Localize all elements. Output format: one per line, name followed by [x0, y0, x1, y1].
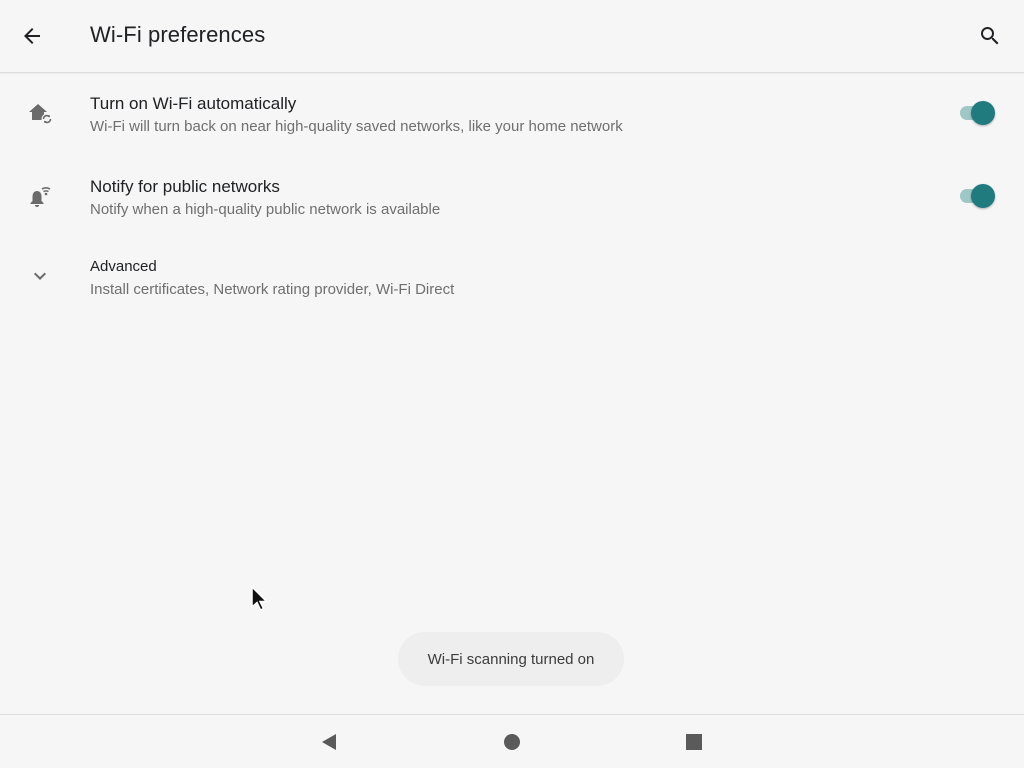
notification-wifi-icon [24, 181, 56, 213]
toast-text: Wi-Fi scanning turned on [427, 650, 595, 668]
chevron-down-icon [24, 260, 56, 292]
pref-notify-public-networks[interactable]: Notify for public networks Notify when a… [0, 156, 1024, 238]
pref-summary: Notify when a high-quality public networ… [90, 201, 441, 218]
pref-summary: Wi-Fi will turn back on near high-qualit… [90, 118, 623, 135]
nav-home-button[interactable] [495, 725, 529, 759]
auto-wifi-switch[interactable] [960, 101, 995, 125]
app-bar: Wi-Fi preferences [0, 0, 1024, 73]
pref-title: Notify for public networks [90, 177, 280, 196]
system-navigation-bar [0, 714, 1024, 768]
pref-title: Advanced [90, 258, 157, 275]
nav-back-button[interactable] [312, 725, 346, 759]
public-networks-switch[interactable] [960, 184, 995, 208]
home-wifi-auto-icon [24, 97, 56, 129]
search-button[interactable] [970, 16, 1010, 56]
pref-summary: Install certificates, Network rating pro… [90, 281, 455, 298]
nav-recents-icon [686, 734, 702, 750]
search-icon [981, 27, 999, 45]
nav-home-icon [504, 734, 520, 750]
page-title: Wi-Fi preferences [90, 22, 266, 47]
arrow-back-icon [24, 28, 40, 44]
wifi-preferences-screen: Wi-Fi preferences Turn on Wi-Fi automati… [0, 0, 1024, 768]
mouse-pointer-icon [251, 585, 269, 612]
pref-turn-on-wifi-automatically[interactable]: Turn on Wi-Fi automatically Wi-Fi will t… [0, 73, 1024, 156]
pref-title: Turn on Wi-Fi automatically [90, 94, 297, 113]
switch-thumb [971, 101, 995, 125]
back-button[interactable] [12, 16, 52, 56]
toast-message: Wi-Fi scanning turned on [398, 632, 624, 686]
pref-advanced[interactable]: Advanced Install certificates, Network r… [0, 238, 1024, 320]
nav-back-icon [322, 734, 336, 750]
nav-recents-button[interactable] [677, 725, 711, 759]
switch-thumb [971, 184, 995, 208]
preference-list: Turn on Wi-Fi automatically Wi-Fi will t… [0, 73, 1024, 320]
